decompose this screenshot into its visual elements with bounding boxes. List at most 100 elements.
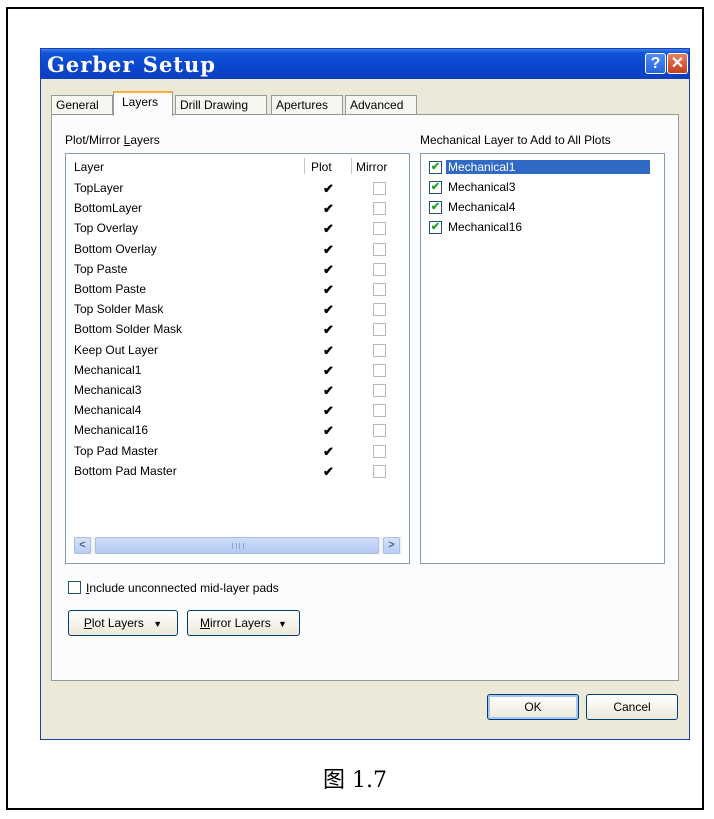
mechanical-item-label: Mechanical4 [448, 200, 516, 214]
layer-name: Mechanical3 [74, 383, 142, 397]
layer-row[interactable]: Top Paste ✔ [66, 259, 409, 279]
tab-advanced[interactable]: Advanced [345, 95, 417, 115]
tab-apertures[interactable]: Apertures [271, 95, 343, 115]
plot-checkbox[interactable]: ✔ [322, 283, 335, 296]
plot-mirror-layer-list[interactable]: Layer Plot Mirror TopLayer ✔ BottomLayer ✔ T… [65, 153, 410, 564]
mechanical-item-checkbox[interactable]: ✔ [429, 161, 442, 174]
layer-row[interactable]: Keep Out Layer ✔ [66, 340, 409, 360]
mechanical-layer-label: Mechanical Layer to Add to All Plots [420, 133, 611, 147]
tab-drill-drawing[interactable]: Drill Drawing [175, 95, 267, 115]
mechanical-item-checkbox[interactable]: ✔ [429, 201, 442, 214]
mirror-layers-label: Mirror Layers [200, 616, 271, 630]
layer-name: Bottom Pad Master [74, 463, 177, 478]
mirror-checkbox[interactable] [373, 303, 386, 317]
layer-name: Keep Out Layer [74, 342, 159, 357]
mirror-checkbox[interactable] [373, 343, 386, 357]
mirror-checkbox[interactable] [373, 464, 386, 478]
mirror-checkbox[interactable] [373, 424, 386, 438]
layer-row[interactable]: Bottom Solder Mask ✔ [66, 319, 409, 339]
layer-name: Bottom Overlay [74, 241, 157, 256]
mechanical-item-label: Mechanical1 [446, 160, 650, 174]
mechanical-item-checkbox[interactable]: ✔ [429, 181, 442, 194]
plot-layers-button[interactable]: Plot Layers ▼ [68, 610, 178, 636]
dropdown-arrow-icon: ▼ [153, 619, 163, 629]
title-bar[interactable]: Gerber Setup ? ✕ [41, 49, 689, 79]
column-header-layer[interactable]: Layer [74, 160, 104, 174]
mechanical-item-label: Mechanical16 [448, 220, 523, 234]
figure-caption: 图 1.7 [323, 768, 387, 793]
plot-checkbox[interactable]: ✔ [322, 222, 335, 235]
plot-checkbox[interactable]: ✔ [322, 465, 335, 478]
mirror-checkbox[interactable] [373, 363, 386, 377]
plot-checkbox[interactable]: ✔ [322, 243, 335, 256]
layer-row[interactable]: Bottom Pad Master ✔ [66, 461, 409, 481]
layer-row[interactable]: Mechanical4 ✔ [66, 400, 409, 420]
window-title: Gerber Setup [47, 52, 216, 77]
column-divider [351, 158, 352, 174]
layer-name: Bottom Solder Mask [74, 322, 183, 337]
cancel-button[interactable]: Cancel [586, 694, 678, 720]
scroll-right-button[interactable]: > [383, 537, 400, 554]
plot-checkbox[interactable]: ✔ [322, 384, 335, 397]
layer-row[interactable]: TopLayer ✔ [66, 178, 409, 198]
mirror-checkbox[interactable] [373, 384, 386, 397]
plot-checkbox[interactable]: ✔ [322, 445, 335, 458]
help-button[interactable]: ? [645, 53, 666, 74]
layer-row[interactable]: Bottom Paste ✔ [66, 279, 409, 299]
mirror-checkbox[interactable] [373, 283, 386, 296]
tab-general[interactable]: General [51, 95, 113, 115]
layers-tab-panel: Plot/Mirror Layers Layer Plot Mirror Top… [51, 114, 679, 681]
column-divider [304, 158, 305, 174]
dropdown-arrow-icon: ▼ [278, 619, 287, 629]
layer-name: BottomLayer [74, 201, 143, 216]
layer-name: Bottom Paste [74, 282, 147, 296]
mirror-checkbox[interactable] [373, 444, 386, 458]
mirror-checkbox[interactable] [373, 323, 386, 337]
plot-mirror-group-label: Plot/Mirror Layers [65, 133, 160, 147]
plot-checkbox[interactable]: ✔ [322, 364, 335, 377]
layer-name: Top Overlay [74, 221, 139, 236]
column-header-mirror[interactable]: Mirror [356, 160, 387, 174]
layer-name: Top Solder Mask [74, 302, 164, 317]
layer-row[interactable]: Top Solder Mask ✔ [66, 299, 409, 319]
layer-row[interactable]: Top Overlay ✔ [66, 218, 409, 238]
mechanical-layer-list[interactable]: ✔ Mechanical1 ✔ Mechanical3 ✔ Mechanical4 ✔ Mec… [420, 153, 665, 564]
ok-button[interactable]: OK [487, 694, 579, 720]
include-unconnected-checkbox[interactable] [68, 581, 81, 594]
plot-checkbox[interactable]: ✔ [322, 202, 335, 215]
mirror-checkbox[interactable] [373, 202, 386, 216]
plot-checkbox[interactable]: ✔ [322, 323, 335, 336]
plot-checkbox[interactable]: ✔ [322, 404, 335, 417]
scroll-left-button[interactable]: < [74, 537, 91, 554]
plot-checkbox[interactable]: ✔ [322, 424, 335, 437]
mirror-checkbox[interactable] [373, 222, 386, 236]
mirror-layers-button[interactable]: Mirror Layers ▼ [187, 610, 300, 636]
mirror-checkbox[interactable] [373, 182, 386, 195]
column-header-plot[interactable]: Plot [311, 160, 332, 174]
plot-checkbox[interactable]: ✔ [322, 263, 335, 276]
mirror-checkbox[interactable] [373, 242, 386, 256]
layer-name: Mechanical16 [74, 423, 149, 438]
scroll-grip-icon [232, 543, 244, 549]
layer-row[interactable]: Mechanical3 ✔ [66, 380, 409, 400]
layer-row[interactable]: Top Pad Master ✔ [66, 441, 409, 461]
plot-checkbox[interactable]: ✔ [322, 303, 335, 316]
mirror-checkbox[interactable] [373, 262, 386, 276]
layer-name: Top Paste [74, 261, 128, 276]
layer-name: Mechanical4 [74, 403, 142, 418]
include-unconnected-label[interactable]: Include unconnected mid-layer pads [86, 581, 279, 595]
horizontal-scrollbar[interactable]: < > [74, 537, 402, 554]
plot-checkbox[interactable]: ✔ [322, 344, 335, 357]
mechanical-item-checkbox[interactable]: ✔ [429, 221, 442, 234]
figure-frame: Gerber Setup ? ✕ General Layers Drill Dr… [6, 7, 704, 810]
layer-name: TopLayer [74, 181, 124, 195]
layer-row[interactable]: BottomLayer ✔ [66, 198, 409, 218]
layer-row[interactable]: Mechanical16 ✔ [66, 420, 409, 440]
layer-row[interactable]: Mechanical1 ✔ [66, 360, 409, 380]
close-button[interactable]: ✕ [667, 53, 688, 74]
layer-row[interactable]: Bottom Overlay ✔ [66, 239, 409, 259]
plot-checkbox[interactable]: ✔ [322, 182, 335, 195]
tab-layers[interactable]: Layers [113, 91, 173, 116]
mirror-checkbox[interactable] [373, 404, 386, 418]
scroll-thumb[interactable] [95, 537, 379, 554]
